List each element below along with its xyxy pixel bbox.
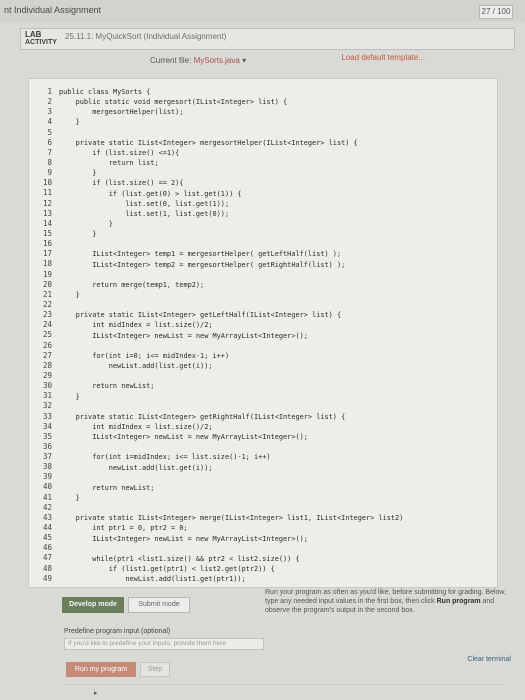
code-line[interactable]: public static void mergesort(IList<Integ… [59, 98, 288, 107]
code-line[interactable]: int midIndex = list.size()/2; [59, 423, 212, 432]
code-line[interactable]: return newList; [59, 382, 154, 391]
activity-label: ACTIVITY [25, 39, 57, 46]
predefine-input-label: Predefine program input (optional) [64, 628, 171, 635]
code-line[interactable]: return merge(temp1, temp2); [59, 281, 204, 290]
code-line[interactable]: return newList; [59, 484, 154, 493]
clear-terminal-button[interactable]: Clear terminal [467, 656, 511, 663]
code-line[interactable]: if (list.size() <=1){ [59, 149, 179, 158]
code-line[interactable]: private static IList<Integer> mergesortH… [59, 139, 358, 148]
code-editor[interactable]: 1 2 3 4 5 6 7 8 9 10 11 12 13 14 15 16 17 18 19 20 21 22 23 24 2… [28, 78, 498, 588]
run-program-button[interactable]: Run my program [66, 662, 136, 677]
submit-mode-button[interactable]: Submit mode [128, 597, 190, 613]
code-line[interactable]: if (list1.get(ptr1) < list2.get(ptr2)) { [59, 565, 275, 574]
current-file-selector[interactable]: Current file: MySorts.java ▾ [150, 56, 246, 65]
code-line[interactable]: } [59, 291, 80, 300]
code-line[interactable]: if (list.get(0) > list.get(1)) { [59, 190, 242, 199]
current-file-label: Current file: [150, 56, 192, 65]
code-line[interactable]: return list; [59, 159, 159, 168]
code-line[interactable]: int ptr1 = 0, ptr2 = 0; [59, 524, 187, 533]
code-line[interactable]: } [59, 220, 113, 229]
code-line[interactable]: for(int i=0; i<= midIndex-1; i++) [59, 352, 229, 361]
chevron-down-icon[interactable]: ▾ [242, 56, 246, 65]
code-line[interactable]: for(int i=midIndex; i<= list.size()-1; i… [59, 453, 270, 462]
code-line[interactable]: } [59, 230, 96, 239]
code-line[interactable]: int midIndex = list.size()/2; [59, 321, 212, 330]
code-area[interactable]: public class MySorts { public static voi… [29, 87, 499, 587]
code-line[interactable]: mergesortHelper(list); [59, 108, 183, 117]
code-line[interactable]: IList<Integer> temp2 = mergesortHelper( … [59, 261, 345, 270]
terminal-output[interactable] [64, 684, 504, 700]
code-line[interactable]: IList<Integer> newList = new MyArrayList… [59, 433, 308, 442]
activity-header: LAB ACTIVITY 25.11.1: MyQuickSort (Indiv… [20, 28, 515, 50]
develop-mode-button[interactable]: Develop mode [62, 597, 124, 613]
code-line[interactable]: } [59, 494, 80, 503]
code-line[interactable]: } [59, 393, 80, 402]
code-line[interactable]: list.set(1, list.get(0)); [59, 210, 229, 219]
terminal-cursor-icon: ▸ [94, 690, 98, 697]
score-badge: 27 / 100 [479, 5, 513, 19]
code-line[interactable]: private static IList<Integer> getRightHa… [59, 413, 346, 422]
code-line[interactable]: newList.add(list.get(i)); [59, 362, 213, 371]
code-line[interactable]: IList<Integer> newList = new MyArrayList… [59, 535, 308, 544]
breadcrumb: 25.11.1: MyQuickSort (Individual Assignm… [65, 32, 227, 41]
lab-label: LAB [25, 30, 42, 39]
load-default-template-link[interactable]: Load default template... [341, 53, 425, 62]
code-line[interactable]: private static IList<Integer> getLeftHal… [59, 311, 342, 320]
code-line[interactable]: while(ptr1 <list1.size() && ptr2 < list2… [59, 555, 299, 564]
code-line[interactable]: newList.add(list1.get(ptr1)); [59, 575, 245, 584]
step-button[interactable]: Step [140, 662, 170, 677]
code-line[interactable]: public class MySorts { [59, 88, 150, 97]
code-line[interactable]: if (list.size() == 2){ [59, 179, 183, 188]
code-line[interactable]: IList<Integer> temp1 = mergesortHelper( … [59, 250, 341, 259]
assignment-title: nt Individual Assignment [4, 5, 102, 15]
predefine-input-field[interactable]: If you'd like to predefine your inputs, … [64, 638, 264, 650]
code-line[interactable]: } [59, 169, 96, 178]
code-line[interactable]: } [59, 118, 80, 127]
top-bar: nt Individual Assignment 27 / 100 [0, 0, 525, 22]
help-text-run-program: Run program [436, 598, 481, 605]
mode-controls: Develop mode Submit mode [60, 595, 255, 621]
code-line[interactable]: newList.add(list.get(i)); [59, 464, 213, 473]
code-line[interactable]: list.set(0, list.get(1)); [59, 200, 229, 209]
code-line[interactable]: private static IList<Integer> merge(ILis… [59, 514, 404, 523]
code-line[interactable]: IList<Integer> newList = new MyArrayList… [59, 332, 308, 341]
current-file-name[interactable]: MySorts.java [194, 56, 240, 65]
lab-activity-tag: LAB ACTIVITY [25, 31, 57, 47]
help-text: Run your program as often as you'd like,… [265, 588, 515, 615]
